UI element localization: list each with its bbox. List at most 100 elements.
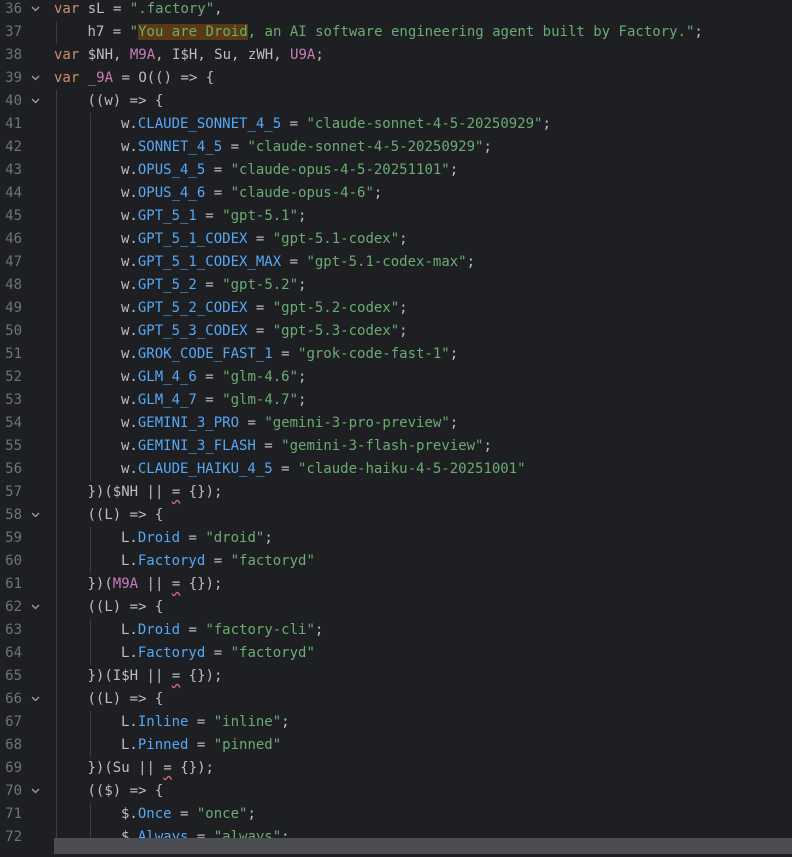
search-match: You are Droid (138, 24, 248, 40)
code-line[interactable]: 37 h7 = "You are Droid, an AI software en… (0, 21, 792, 44)
code-line[interactable]: 44 w.OPUS_4_6 = "claude-opus-4-6"; (0, 182, 792, 205)
code-line[interactable]: 64 L.Factoryd = "factoryd" (0, 642, 792, 665)
code-token: "once" (196, 806, 248, 822)
fold-chevron-icon[interactable] (30, 67, 42, 90)
horizontal-scrollbar[interactable] (54, 838, 792, 854)
code-line[interactable]: 55 w.GEMINI_3_FLASH = "gemini-3-flash-pre… (0, 435, 792, 458)
code-line[interactable]: 66 ((L) => { (0, 688, 792, 711)
code-line[interactable]: 40 ((w) => { (0, 90, 792, 113)
indent-guide (56, 481, 57, 504)
code-line[interactable]: 36 var sL = ".factory", (0, 0, 792, 21)
code-token: ".factory" (129, 1, 215, 17)
fold-chevron-icon[interactable] (30, 596, 42, 619)
code-token: , an AI software engineering agent built… (247, 24, 695, 40)
indent-guide (56, 320, 57, 343)
code-line[interactable]: 47 w.GPT_5_1_CODEX_MAX = "gpt-5.1-codex-m… (0, 251, 792, 274)
code-line[interactable]: 59 L.Droid = "droid"; (0, 527, 792, 550)
line-number: 53 (5, 392, 22, 408)
indent-guide (56, 182, 57, 205)
code-token: ; (399, 300, 408, 316)
code-line[interactable]: 57})($NH || = {}); (0, 481, 792, 504)
code-token: Pinned (137, 737, 189, 753)
code-token: GPT_5_2_CODEX (137, 300, 248, 316)
fold-chevron-icon[interactable] (30, 0, 42, 21)
code-token: = (272, 461, 299, 477)
line-number: 57 (5, 484, 22, 500)
code-token: = (171, 806, 197, 822)
code-token: = (205, 185, 231, 201)
code-token: M9A (112, 576, 139, 592)
code-line[interactable]: 42 w.SONNET_4_5 = "claude-sonnet-4-5-2025… (0, 136, 792, 159)
code-token: OPUS_4_6 (137, 185, 206, 201)
code-line[interactable]: 45 w.GPT_5_1 = "gpt-5.1"; (0, 205, 792, 228)
line-number: 62 (5, 599, 22, 615)
code-line[interactable]: 70 (($) => { (0, 780, 792, 803)
code-token: = (247, 300, 273, 316)
code-line[interactable]: 41 w.CLAUDE_SONNET_4_5 = "claude-sonnet-4… (0, 113, 792, 136)
code-line[interactable]: 54 w.GEMINI_3_PRO = "gemini-3-pro-preview… (0, 412, 792, 435)
code-line[interactable]: 69})(Su || = {}); (0, 757, 792, 780)
line-number: 36 (5, 1, 22, 17)
line-number: 61 (5, 576, 22, 592)
code-line[interactable]: 51 w.GROK_CODE_FAST_1 = "grok-code-fast-1… (0, 343, 792, 366)
code-line[interactable]: 58 ((L) => { (0, 504, 792, 527)
code-token: var (54, 1, 80, 17)
code-token: {}); (171, 760, 214, 776)
code-token: = (255, 438, 282, 454)
code-line[interactable]: 71 $.Once = "once"; (0, 803, 792, 826)
code-line[interactable]: 61})(M9A || = {}); (0, 573, 792, 596)
code-token: = (171, 668, 181, 684)
code-token: = (247, 231, 273, 247)
code-line[interactable]: 52 w.GLM_4_6 = "glm-4.6"; (0, 366, 792, 389)
code-line[interactable]: 48 w.GPT_5_2 = "gpt-5.2"; (0, 274, 792, 297)
indent-guide (56, 458, 57, 481)
code-text: L.Factoryd = "factoryd" (121, 642, 315, 665)
code-token: Factoryd (137, 645, 206, 661)
code-token: = (196, 392, 223, 408)
code-token: })( (87, 576, 113, 592)
line-number: 63 (5, 622, 22, 638)
code-line[interactable]: 38 var $NH, M9A, I$H, Su, zWH, U9A; (0, 44, 792, 67)
code-line[interactable]: 63 L.Droid = "factory-cli"; (0, 619, 792, 642)
code-editor[interactable]: 36 var sL = ".factory", 37 h7 = "You are Dr… (0, 0, 792, 857)
fold-chevron-icon[interactable] (30, 780, 42, 803)
code-token: w. (121, 185, 138, 201)
code-line[interactable]: 60 L.Factoryd = "factoryd" (0, 550, 792, 573)
code-line[interactable]: 46 w.GPT_5_1_CODEX = "gpt-5.1-codex"; (0, 228, 792, 251)
code-token: = (196, 369, 223, 385)
code-token: var (54, 47, 80, 63)
code-token: "gemini-3-flash-preview" (281, 438, 484, 454)
code-token: = (180, 622, 206, 638)
code-line[interactable]: 62 ((L) => { (0, 596, 792, 619)
code-token: GROK_CODE_FAST_1 (137, 346, 273, 362)
code-line[interactable]: 49 w.GPT_5_2_CODEX = "gpt-5.2-codex"; (0, 297, 792, 320)
indent-guide (56, 780, 57, 803)
fold-chevron-icon[interactable] (30, 688, 42, 711)
indent-guide (89, 182, 91, 205)
code-line[interactable]: 68 L.Pinned = "pinned" (0, 734, 792, 757)
code-line[interactable]: 53 w.GLM_4_7 = "glm-4.7"; (0, 389, 792, 412)
code-token: = (188, 714, 214, 730)
code-token: M9A (129, 47, 156, 63)
code-token: $NH, (79, 47, 130, 63)
code-line[interactable]: 43 w.OPUS_4_5 = "claude-opus-4-5-20251101… (0, 159, 792, 182)
fold-chevron-icon[interactable] (30, 504, 42, 527)
code-line[interactable]: 50 w.GPT_5_3_CODEX = "gpt-5.3-codex"; (0, 320, 792, 343)
indent-guide (56, 504, 57, 527)
code-token: || (138, 760, 155, 776)
code-text: L.Droid = "droid"; (121, 527, 273, 550)
code-token: "gpt-5.1-codex-max" (306, 254, 467, 270)
code-line[interactable]: 56 w.CLAUDE_HAIKU_4_5 = "claude-haiku-4-5… (0, 458, 792, 481)
code-token: w. (121, 392, 138, 408)
code-token: CLAUDE_HAIKU_4_5 (137, 461, 273, 477)
code-token: })(Su (87, 760, 139, 776)
code-token: = (281, 254, 307, 270)
code-token: = (247, 323, 273, 339)
code-token: GLM_4_6 (137, 369, 197, 385)
code-token: = (205, 162, 231, 178)
code-line[interactable]: 39 var _9A = O(() => { (0, 67, 792, 90)
code-line[interactable]: 65})(I$H || = {}); (0, 665, 792, 688)
code-line[interactable]: 67 L.Inline = "inline"; (0, 711, 792, 734)
fold-chevron-icon[interactable] (30, 90, 42, 113)
